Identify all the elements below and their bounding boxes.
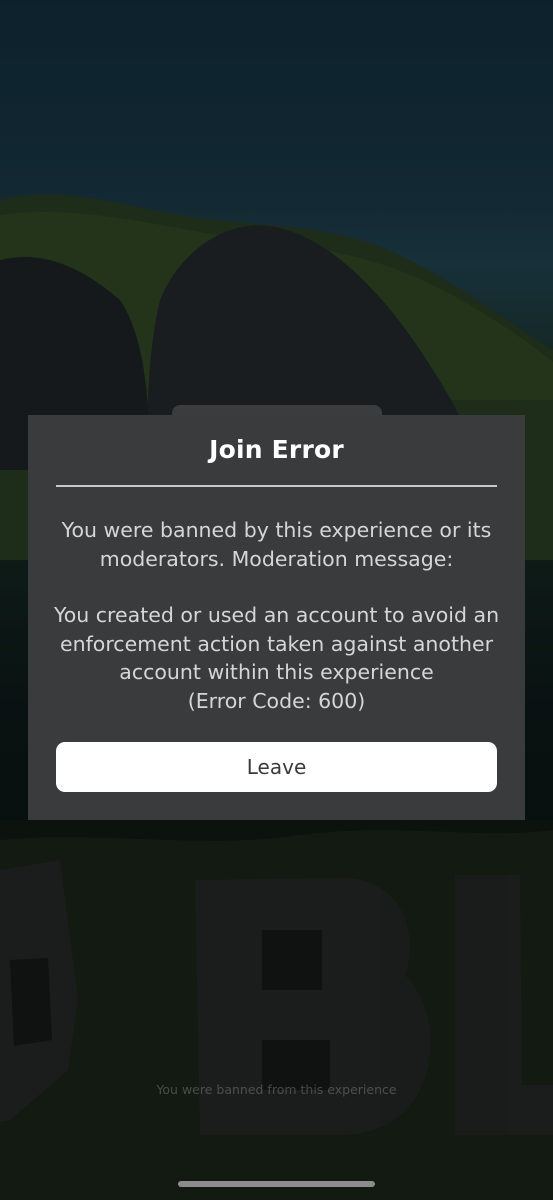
join-error-dialog: Join Error You were banned by this exper… — [28, 415, 525, 820]
title-divider — [56, 485, 497, 487]
moderation-message-text: You created or used an account to avoid … — [53, 603, 500, 684]
error-code-text: (Error Code: 600) — [187, 688, 366, 713]
home-indicator[interactable] — [178, 1181, 375, 1187]
screen: Join Error You were banned by this exper… — [0, 0, 553, 1200]
banned-footer-text: You were banned from this experience — [156, 1082, 397, 1097]
ban-notice-text: You were banned by this experience or it… — [61, 518, 492, 571]
dialog-title: Join Error — [209, 435, 344, 464]
dialog-message: You were banned by this experience or it… — [48, 516, 505, 715]
leave-button[interactable]: Leave — [56, 742, 497, 792]
